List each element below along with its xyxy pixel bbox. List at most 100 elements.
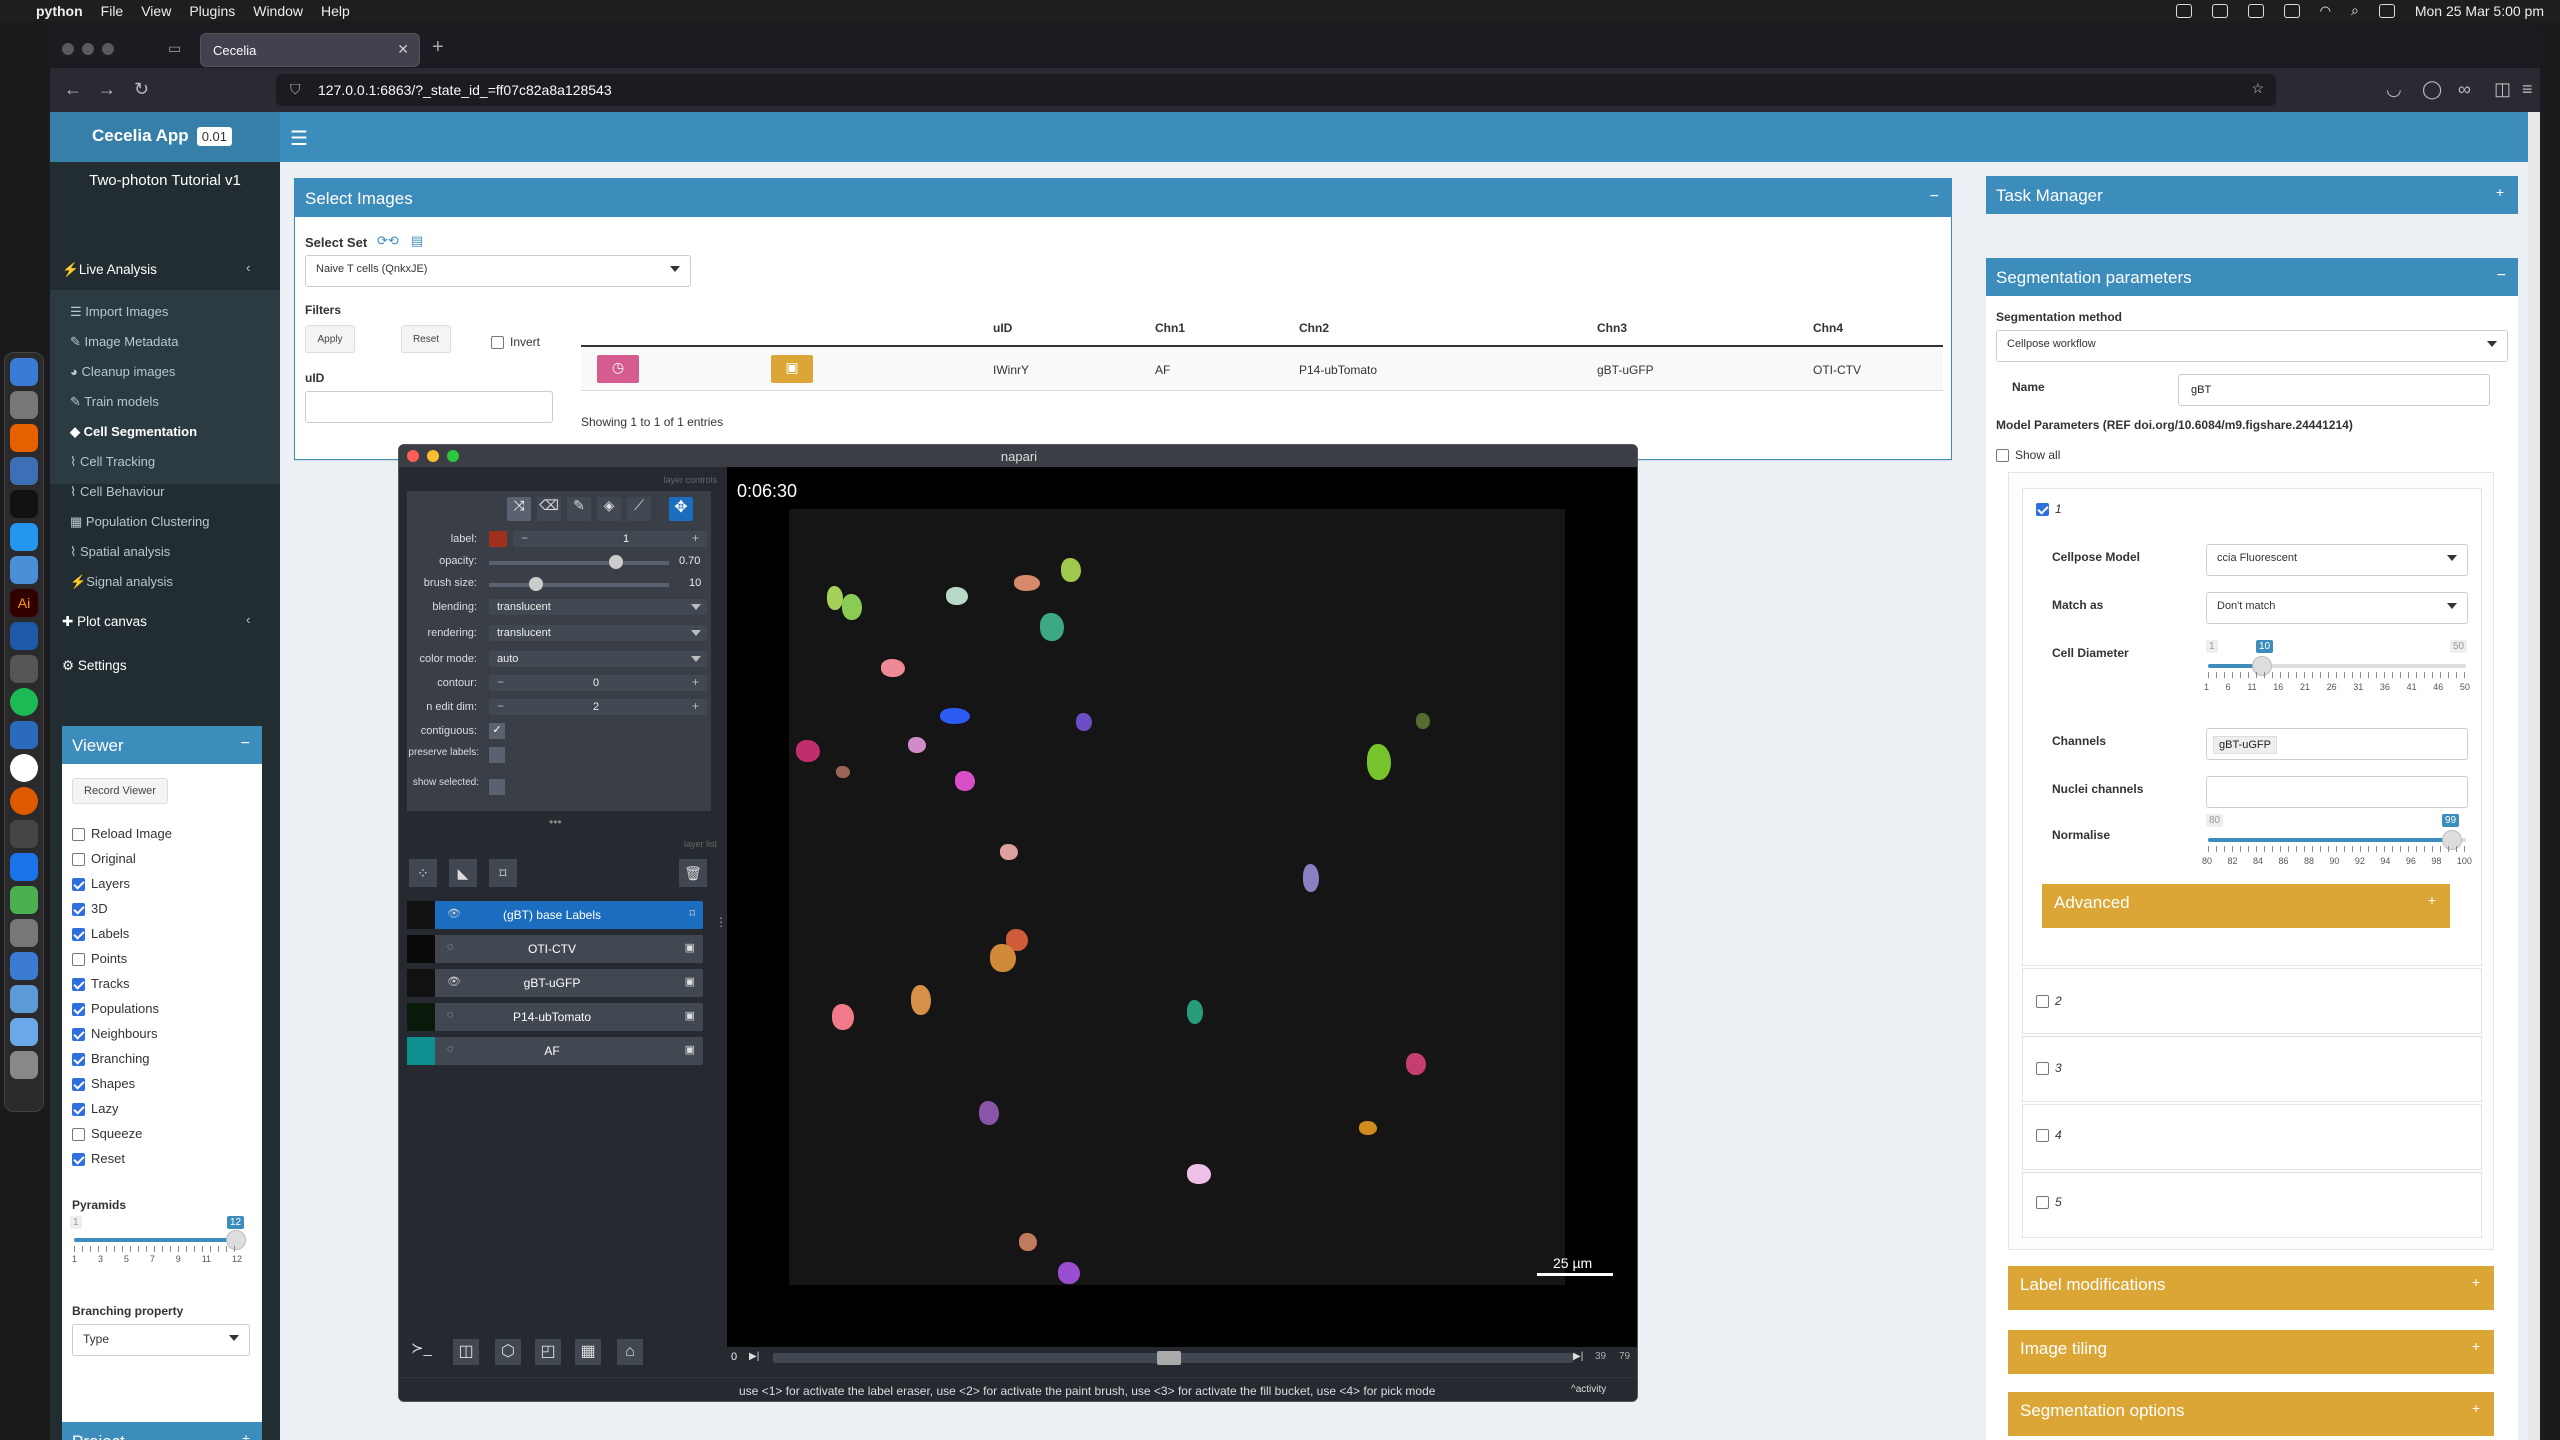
sidebar-item-spatial-analysis[interactable]: ⌇ Spatial analysis xyxy=(70,544,170,560)
viewer-option-original[interactable]: Original xyxy=(72,851,136,867)
model-3-checkbox[interactable]: 3 xyxy=(2036,1061,2062,1076)
app-icon[interactable] xyxy=(10,820,38,848)
color-picker-icon[interactable]: ⟋ xyxy=(627,497,651,521)
color-mode-select[interactable]: auto xyxy=(489,651,707,667)
segment-status-icon[interactable]: ◷ xyxy=(597,355,639,383)
splitter-handle[interactable]: ••• xyxy=(549,815,562,829)
app-icon[interactable] xyxy=(10,985,38,1013)
layer-row[interactable]: ◌ P14-ubTomato ▣ xyxy=(407,1003,703,1031)
menu-help[interactable]: Help xyxy=(321,3,350,19)
minimize-window-button[interactable] xyxy=(82,43,94,55)
viewer-option-populations[interactable]: Populations xyxy=(72,1001,159,1017)
checkbox[interactable] xyxy=(72,928,85,942)
minimize-window-button[interactable] xyxy=(427,450,439,462)
label-spinbox[interactable]: −1 + xyxy=(513,531,707,547)
uid-filter-input[interactable] xyxy=(305,391,553,423)
reload-icon[interactable]: ↻ xyxy=(134,79,149,100)
close-window-button[interactable] xyxy=(407,450,419,462)
viewer-option-shapes[interactable]: Shapes xyxy=(72,1076,135,1092)
ndisplay-icon[interactable]: ◫ xyxy=(453,1339,479,1365)
n-edit-dim-spinbox[interactable]: −2 + xyxy=(489,699,707,715)
collapse-icon[interactable]: − xyxy=(241,735,250,753)
console-icon[interactable]: ≻_ xyxy=(411,1339,437,1365)
back-icon[interactable]: ← xyxy=(64,79,82,100)
checkbox[interactable] xyxy=(72,1053,85,1067)
bookmark-star-icon[interactable]: ☆ xyxy=(2251,80,2264,97)
opacity-handle[interactable] xyxy=(609,555,623,569)
sidebar-item-import-images[interactable]: ☰ Import Images xyxy=(70,304,168,320)
sidebar-live-analysis[interactable]: ⚡Live Analysis xyxy=(62,262,157,278)
apply-button[interactable]: Apply xyxy=(305,325,355,353)
account-icon[interactable]: ◯ xyxy=(2422,79,2442,100)
viewer-option-branching[interactable]: Branching xyxy=(72,1051,150,1067)
page-scrollbar[interactable] xyxy=(2528,112,2540,1440)
checkbox[interactable] xyxy=(72,853,85,867)
app-icon[interactable] xyxy=(10,952,38,980)
brush-size-handle[interactable] xyxy=(529,577,543,591)
branching-property-select[interactable]: Type xyxy=(72,1324,250,1356)
puzzle-icon[interactable]: ◫ xyxy=(2494,79,2511,100)
model-2-checkbox[interactable]: 2 xyxy=(2036,994,2062,1009)
new-shapes-layer-icon[interactable]: ◣ xyxy=(449,859,477,887)
show-all-checkbox[interactable]: Show all xyxy=(1996,448,2060,463)
sidebar-item-cell-tracking[interactable]: ⌇ Cell Tracking xyxy=(70,454,155,470)
sidebar-item-cleanup-images[interactable]: ◕ Cleanup images xyxy=(70,364,175,379)
menu-app-name[interactable]: python xyxy=(36,3,83,19)
sidebar-settings[interactable]: ⚙ Settings xyxy=(62,658,127,674)
menu-view[interactable]: View xyxy=(141,3,171,19)
app-icon[interactable] xyxy=(10,754,38,782)
menu-window[interactable]: Window xyxy=(253,3,303,19)
control-center-icon[interactable] xyxy=(2378,3,2395,18)
time-slider-handle[interactable] xyxy=(1157,1351,1181,1365)
brush-size-slider[interactable] xyxy=(489,583,669,587)
project-box-header[interactable]: Project + xyxy=(62,1422,262,1440)
sidebar-item-train-models[interactable]: ✎ Train models xyxy=(70,394,159,410)
layer-row[interactable]: ◌ AF ▣ xyxy=(407,1037,703,1065)
viewer-option-squeeze[interactable]: Squeeze xyxy=(72,1126,142,1142)
chevron-left-icon[interactable]: ‹ xyxy=(246,260,250,275)
seg-method-select[interactable]: Cellpose workflow xyxy=(1996,330,2508,362)
sidebar-toggle-icon[interactable]: ☰ xyxy=(290,126,308,151)
model-5-checkbox[interactable]: 5 xyxy=(2036,1195,2062,1210)
app-icon[interactable] xyxy=(10,622,38,650)
docker-icon[interactable] xyxy=(10,523,38,551)
opacity-slider[interactable] xyxy=(489,561,669,565)
checkbox[interactable] xyxy=(72,1078,85,1092)
sidebar-item-population-clustering[interactable]: ▦ Population Clustering xyxy=(70,514,209,530)
expand-icon[interactable]: + xyxy=(242,1430,250,1440)
viewer-option-3d[interactable]: 3D xyxy=(72,901,108,917)
layer-row[interactable]: 👁 (gBT) base Labels ⌑ xyxy=(407,901,703,929)
column-header-chn4[interactable]: Chn4 xyxy=(1813,321,1843,335)
show-selected-checkbox[interactable] xyxy=(489,779,505,795)
paint-brush-icon[interactable]: ✎ xyxy=(567,497,591,521)
column-header-chn3[interactable]: Chn3 xyxy=(1597,321,1627,335)
checkbox[interactable] xyxy=(72,878,85,892)
checkbox[interactable] xyxy=(72,1103,85,1117)
close-window-button[interactable] xyxy=(62,43,74,55)
app-icon[interactable] xyxy=(10,457,38,485)
preserve-labels-checkbox[interactable] xyxy=(489,747,505,763)
menu-plugins[interactable]: Plugins xyxy=(189,3,235,19)
new-tab-button[interactable]: + xyxy=(432,36,444,59)
database-icon[interactable]: ▤ xyxy=(411,233,423,249)
checkbox[interactable] xyxy=(72,953,85,967)
app-icon[interactable] xyxy=(10,919,38,947)
collapse-icon[interactable]: − xyxy=(2497,267,2506,285)
finder-icon[interactable] xyxy=(10,358,38,386)
app-icon[interactable] xyxy=(10,853,38,881)
extensions-icon[interactable]: ∞ xyxy=(2458,79,2471,100)
menu-icon[interactable]: ≡ xyxy=(2522,79,2533,100)
folder-icon[interactable] xyxy=(10,1018,38,1046)
viewer-option-tracks[interactable]: Tracks xyxy=(72,976,130,992)
settings-icon[interactable] xyxy=(10,391,38,419)
blending-select[interactable]: translucent xyxy=(489,599,707,615)
new-points-layer-icon[interactable]: ⁘ xyxy=(409,859,437,887)
record-viewer-button[interactable]: Record Viewer xyxy=(72,778,168,804)
reset-button[interactable]: Reset xyxy=(401,325,451,353)
status-icon[interactable] xyxy=(2175,3,2192,18)
terminal-icon[interactable] xyxy=(10,490,38,518)
image-icon[interactable]: ▣ xyxy=(771,355,813,383)
checkbox[interactable] xyxy=(72,978,85,992)
forward-icon[interactable]: → xyxy=(98,79,116,100)
checkbox[interactable] xyxy=(72,828,85,842)
